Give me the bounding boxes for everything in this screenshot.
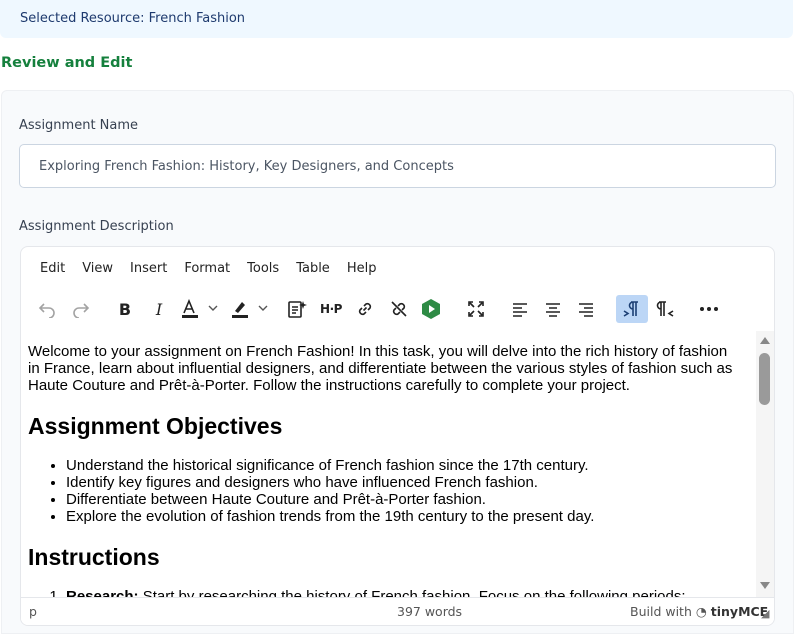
media-button[interactable] xyxy=(417,295,445,323)
menu-help[interactable]: Help xyxy=(340,257,384,280)
instructions-heading: Instructions xyxy=(28,544,160,570)
menu-format[interactable]: Format xyxy=(177,257,237,280)
brand-prefix: Build with xyxy=(630,604,692,619)
editor-statusbar: p 397 words Build with ◔ tinyMCE ◢ xyxy=(21,597,774,625)
instructions-list: Research: Start by researching the histo… xyxy=(28,588,742,597)
ltr-button[interactable] xyxy=(616,295,648,323)
italic-button[interactable]: I xyxy=(145,295,173,323)
align-left-icon xyxy=(513,303,527,317)
more-button[interactable] xyxy=(693,295,725,323)
list-item: Differentiate between Haute Couture and … xyxy=(66,491,742,508)
scroll-down-arrow-icon[interactable] xyxy=(760,582,770,589)
editor-scrollbar[interactable] xyxy=(756,331,774,597)
link-button[interactable] xyxy=(351,295,379,323)
ai-assistant-button[interactable] xyxy=(283,295,311,323)
align-right-icon xyxy=(579,303,593,317)
assignment-name-input[interactable] xyxy=(19,144,776,188)
fullscreen-icon xyxy=(468,301,484,317)
highlight-icon xyxy=(232,302,268,318)
bold-icon: B xyxy=(118,299,132,319)
editor-menubar: Edit View Insert Format Tools Table Help xyxy=(21,247,774,289)
assignment-name-label: Assignment Name xyxy=(19,118,139,133)
h5p-icon: H·P xyxy=(320,302,342,316)
menu-insert[interactable]: Insert xyxy=(123,257,174,280)
element-path[interactable]: p xyxy=(29,604,37,619)
selected-resource-banner: Selected Resource: French Fashion xyxy=(0,0,793,38)
more-icon xyxy=(700,307,718,311)
italic-icon: I xyxy=(155,299,163,319)
undo-button[interactable] xyxy=(33,295,61,323)
rtl-button[interactable] xyxy=(649,295,681,323)
tinymce-branding[interactable]: Build with ◔ tinyMCE xyxy=(630,604,768,619)
editor-content[interactable]: Welcome to your assignment on French Fas… xyxy=(21,331,756,597)
instruction-title: Research: xyxy=(66,588,139,597)
resize-handle-icon[interactable]: ◢ xyxy=(761,607,769,620)
align-left-button[interactable] xyxy=(506,295,534,323)
menu-edit[interactable]: Edit xyxy=(33,257,72,280)
undo-icon xyxy=(38,303,55,318)
tinymce-logo-icon: ◔ xyxy=(695,604,707,619)
objectives-list: Understand the historical significance o… xyxy=(28,457,742,525)
redo-icon xyxy=(73,303,90,318)
editor-toolbar: B I H·P xyxy=(21,291,774,327)
unlink-icon xyxy=(391,301,407,317)
menu-table[interactable]: Table xyxy=(289,257,337,280)
word-count[interactable]: 397 words xyxy=(397,604,462,619)
rtl-icon xyxy=(656,301,674,317)
ai-assistant-icon xyxy=(288,301,307,318)
list-item: Identify key figures and designers who h… xyxy=(66,474,742,491)
assignment-description-label: Assignment Description xyxy=(19,219,174,234)
unlink-button[interactable] xyxy=(385,295,413,323)
selected-resource-text: Selected Resource: French Fashion xyxy=(20,11,246,26)
align-center-icon xyxy=(546,303,560,317)
list-item: Research: Start by researching the histo… xyxy=(66,588,742,597)
brand-name: tinyMCE xyxy=(710,604,769,619)
ltr-icon xyxy=(623,301,638,317)
list-item: Explore the evolution of fashion trends … xyxy=(66,508,742,525)
objectives-heading: Assignment Objectives xyxy=(28,413,283,439)
text-color-button[interactable] xyxy=(177,295,223,323)
align-center-button[interactable] xyxy=(539,295,567,323)
fullscreen-button[interactable] xyxy=(462,295,490,323)
text-color-icon xyxy=(182,299,218,318)
align-right-button[interactable] xyxy=(572,295,600,323)
link-icon xyxy=(358,302,372,316)
scrollbar-thumb[interactable] xyxy=(759,353,770,405)
rich-text-editor: Edit View Insert Format Tools Table Help… xyxy=(20,246,775,626)
instruction-text: Start by researching the history of Fren… xyxy=(138,588,686,597)
list-item: Understand the historical significance o… xyxy=(66,457,742,474)
scroll-up-arrow-icon[interactable] xyxy=(760,337,770,344)
h5p-button[interactable]: H·P xyxy=(317,295,345,323)
section-title: Review and Edit xyxy=(1,55,133,71)
redo-button[interactable] xyxy=(67,295,95,323)
highlight-button[interactable] xyxy=(227,295,273,323)
bold-button[interactable]: B xyxy=(111,295,139,323)
media-icon xyxy=(422,299,440,319)
intro-paragraph: Welcome to your assignment on French Fas… xyxy=(28,343,733,394)
menu-tools[interactable]: Tools xyxy=(240,257,286,280)
menu-view[interactable]: View xyxy=(75,257,120,280)
